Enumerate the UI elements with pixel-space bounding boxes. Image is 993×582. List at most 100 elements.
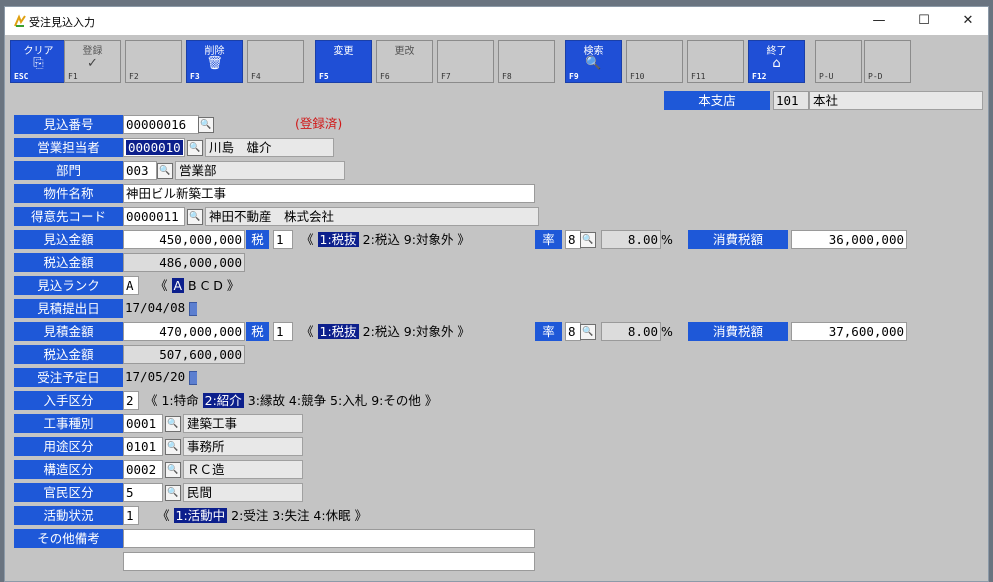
rate-code-field[interactable]: 8 [565,322,581,341]
biko-field-2[interactable] [123,552,535,571]
clear-icon: ⎘ [33,56,44,71]
lookup-icon[interactable]: 🔍 [165,485,181,501]
shouhizei-label: 消費税額 [688,230,788,249]
tantou-code-field[interactable]: 0000010 [123,138,185,157]
label-bumon: 部門 [14,161,123,180]
app-window: 受注見込入力 — ☐ ✕ クリア ⎘ ESC 登録 ✓ F1 F2 削除 🗑 F3 F4 変… [4,6,989,582]
lookup-icon[interactable]: 🔍 [580,232,596,248]
mikomi-kingaku-field[interactable]: 450,000,000 [123,230,245,249]
label-bukken: 物件名称 [14,184,123,203]
lookup-icon[interactable]: 🔍 [165,462,181,478]
rate-code-field[interactable]: 8 [565,230,581,249]
exit-button[interactable]: 終了 ⌂ F12 [748,40,805,83]
label-nyushu: 入手区分 [14,391,123,410]
lookup-icon[interactable]: 🔍 [157,163,173,179]
label-mikomi-no: 見込番号 [14,115,123,134]
juchu-date-field[interactable]: 17/05/20 [123,368,197,385]
f10-button[interactable]: F10 [626,40,683,83]
branch-code: 101 [773,91,809,110]
koji-name: 建築工事 [183,414,303,433]
mikomi-no-field[interactable]: 00000016 [123,115,199,134]
title-bar: 受注見込入力 — ☐ ✕ [5,7,988,35]
search-icon: 🔍 [585,56,602,71]
label-mikomi-kingaku: 見込金額 [14,230,123,249]
register-button[interactable]: 登録 ✓ F1 [64,40,121,83]
f4-button[interactable]: F4 [247,40,304,83]
f2-button[interactable]: F2 [125,40,182,83]
kanmin-name: 民間 [183,483,303,502]
zeikomi-field: 486,000,000 [123,253,245,272]
renew-button[interactable]: 更改 F6 [376,40,433,83]
minimize-icon: — [872,13,886,28]
koji-code-field[interactable]: 0001 [123,414,163,433]
lookup-icon[interactable]: 🔍 [580,324,596,340]
youto-code-field[interactable]: 0101 [123,437,163,456]
nyushu-field[interactable]: 2 [123,391,139,410]
label-mitsumori-kingaku: 見積金額 [14,322,123,341]
close-button[interactable]: ✕ [945,7,991,35]
shouhizei-field-2: 37,600,000 [791,322,907,341]
teishutsu-field[interactable]: 17/04/08 [123,299,197,316]
maximize-button[interactable]: ☐ [901,7,947,35]
page-down-button[interactable]: P-D [864,40,911,83]
rate-value: 8.00 [601,322,661,341]
f8-button[interactable]: F8 [498,40,555,83]
shouhizei-label: 消費税額 [688,322,788,341]
lookup-icon[interactable]: 🔍 [198,117,214,133]
tax-code-field[interactable]: 1 [273,322,293,341]
lookup-icon[interactable]: 🔍 [187,140,203,156]
kanmin-code-field[interactable]: 5 [123,483,163,502]
tokui-code-field[interactable]: 0000011 [123,207,185,226]
label-kouzou: 構造区分 [14,460,123,479]
tokui-name: 神田不動産 株式会社 [205,207,539,226]
minimize-button[interactable]: — [856,7,902,35]
page-up-button[interactable]: P-U [815,40,862,83]
calendar-icon[interactable] [189,301,197,316]
label-kanmin: 官民区分 [14,483,123,502]
lookup-icon[interactable]: 🔍 [165,439,181,455]
trash-icon: 🗑 [206,56,223,71]
calendar-icon[interactable] [189,370,197,385]
katsudou-options: 《 1:活動中 2:受注 3:失注 4:休眠 》 [157,508,368,523]
f11-button[interactable]: F11 [687,40,744,83]
change-button[interactable]: 変更 F5 [315,40,372,83]
biko-field-1[interactable] [123,529,535,548]
clear-button[interactable]: クリア ⎘ ESC [10,40,67,83]
tantou-name: 川島 雄介 [205,138,334,157]
branch-name: 本社 [809,91,983,110]
label-rank: 見込ランク [14,276,123,295]
bukken-field[interactable]: 神田ビル新築工事 [123,184,535,203]
bumon-name: 営業部 [175,161,345,180]
check-icon: ✓ [87,56,98,71]
lookup-icon[interactable]: 🔍 [187,209,203,225]
percent-sign: % [661,232,673,247]
mitsumori-kingaku-field[interactable]: 470,000,000 [123,322,245,341]
label-biko: その他備考 [14,529,123,548]
rank-field[interactable]: A [123,276,139,295]
label-koji: 工事種別 [14,414,123,433]
window-title: 受注見込入力 [29,16,95,29]
kouzou-code-field[interactable]: 0002 [123,460,163,479]
branch-label: 本支店 [664,91,770,110]
rate-value: 8.00 [601,230,661,249]
search-button[interactable]: 検索 🔍 F9 [565,40,622,83]
nyushu-options: 《 1:特命 2:紹介 3:縁故 4:競争 5:入札 9:その他 》 [145,393,438,408]
percent-sign: % [661,324,673,339]
katsudou-field[interactable]: 1 [123,506,139,525]
rate-label: 率 [535,230,562,249]
zeikomi-field-2: 507,600,000 [123,345,245,364]
close-icon: ✕ [962,13,974,28]
maximize-icon: ☐ [918,13,930,28]
label-juchu-date: 受注予定日 [14,368,123,387]
label-youto: 用途区分 [14,437,123,456]
label-zeikomi: 税込金額 [14,253,123,272]
label-katsudou: 活動状況 [14,506,123,525]
bumon-code-field[interactable]: 003 [123,161,157,180]
f7-button[interactable]: F7 [437,40,494,83]
kouzou-name: ＲＣ造 [183,460,303,479]
shouhizei-field-1: 36,000,000 [791,230,907,249]
lookup-icon[interactable]: 🔍 [165,416,181,432]
delete-button[interactable]: 削除 🗑 F3 [186,40,243,83]
status-text: (登録済) [295,116,343,131]
tax-code-field[interactable]: 1 [273,230,293,249]
